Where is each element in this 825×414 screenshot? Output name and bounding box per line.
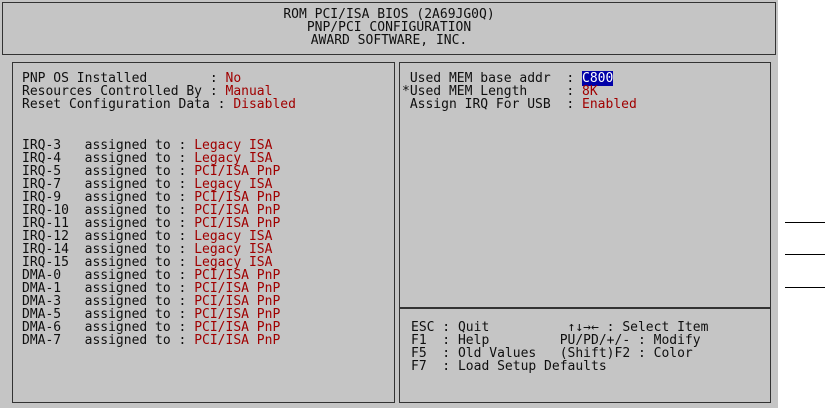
- edge-line: [785, 287, 825, 288]
- dma-assignment-row-label: DMA-7 assigned to :: [22, 333, 195, 348]
- left-settings-panel: PNP OS Installed : No Resources Controlle…: [12, 62, 395, 403]
- help-panel: ESC : Quit ↑↓→← : Select Item F1 : Help P…: [399, 308, 771, 403]
- edge-line: [785, 254, 825, 255]
- right-setting-row-label: Assign IRQ For USB :: [402, 97, 583, 112]
- edge-line: [785, 222, 825, 223]
- setting-disabled[interactable]: Reset Configuration Data : Disabled: [22, 98, 296, 111]
- bios-header: ROM PCI/ISA BIOS (2A69JG0Q) PNP/PCI CONF…: [2, 2, 776, 55]
- right-setting-row-value[interactable]: Enabled: [582, 97, 637, 112]
- right-settings-panel: Used MEM base addr : C800 *Used MEM Lengt…: [399, 62, 771, 308]
- help-line: F7 : Load Setup Defaults: [411, 359, 607, 374]
- setting-disabled-value[interactable]: Disabled: [233, 97, 296, 112]
- right-setting-row[interactable]: Assign IRQ For USB : Enabled: [402, 98, 637, 111]
- bios-screen: ROM PCI/ISA BIOS (2A69JG0Q) PNP/PCI CONF…: [0, 0, 778, 408]
- dma-assignment-row[interactable]: DMA-7 assigned to : PCI/ISA PnP: [22, 334, 280, 347]
- dma-assignment-row-value[interactable]: PCI/ISA PnP: [194, 333, 280, 348]
- setting-disabled-label: Reset Configuration Data :: [22, 97, 234, 112]
- bios-vendor: AWARD SOFTWARE, INC.: [310, 33, 468, 48]
